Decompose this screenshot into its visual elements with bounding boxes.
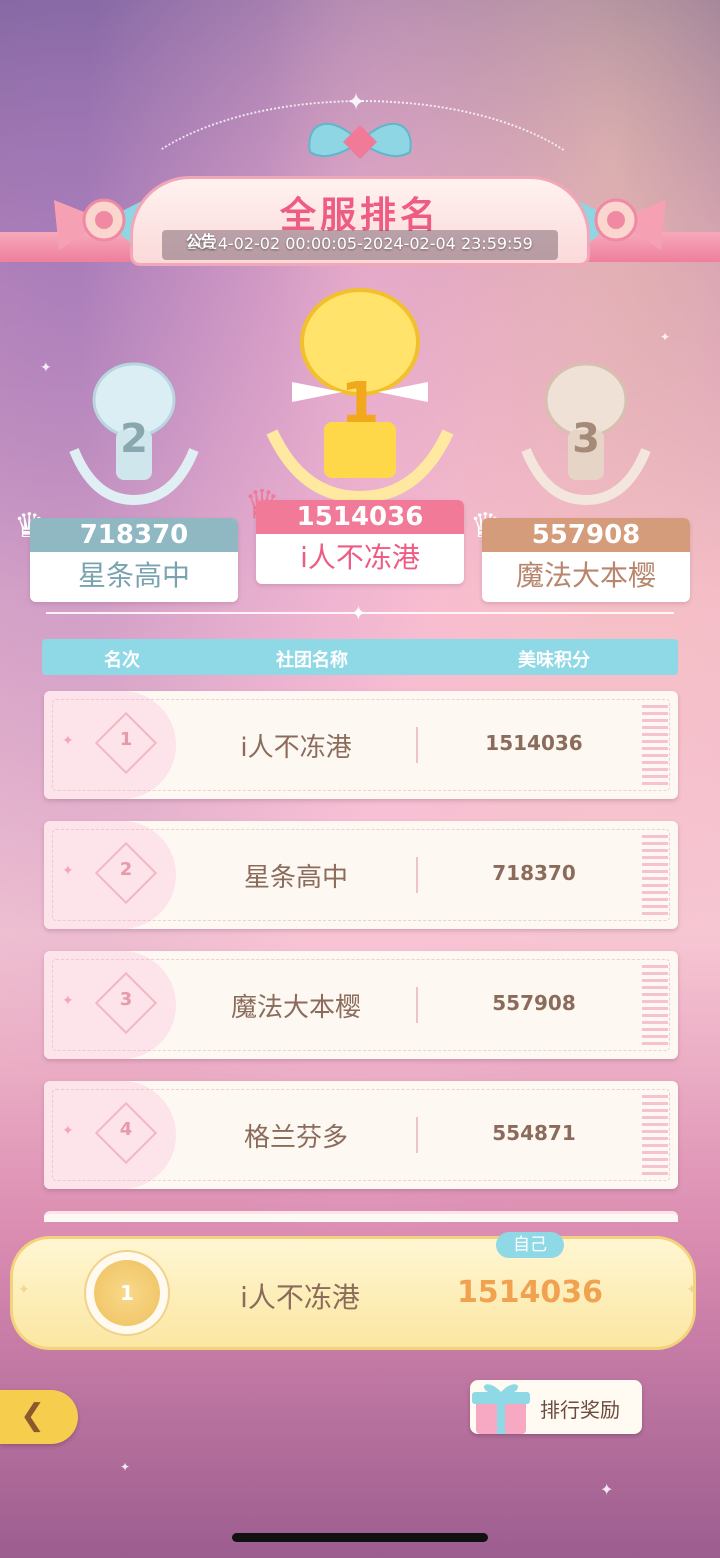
event-date-range: 2024-02-02 00:00:05-2024-02-04 23:59:59 [187,234,533,253]
sparkle-icon: ✦ [686,1282,698,1298]
table-row[interactable]: ✦ 3 魔法大本樱 557908 [44,951,678,1059]
column-score: 美味积分 [518,650,590,671]
table-row[interactable]: ✦ 2 星条高中 718370 [44,821,678,929]
podium-second[interactable]: 718370 星条高中 [30,518,238,602]
row-rank: 2 [119,859,133,880]
row-club-name: 星条高中 [243,863,348,893]
notice-label[interactable]: 公告 [186,230,216,251]
sparkle-decoration: ✦ [660,330,671,344]
podium-second-score: 718370 [30,518,238,552]
row-score: 718370 [492,861,576,885]
svg-text:1: 1 [341,371,380,436]
gift-icon[interactable] [468,1374,534,1440]
sparkle-icon: ✦ [62,863,74,879]
center-bow-icon [308,122,412,159]
svg-text:2: 2 [120,416,148,462]
row-rank: 3 [119,989,133,1010]
ranking-reward-label: 排行奖励 [540,1398,620,1422]
column-club-name: 社团名称 [276,650,348,671]
podium-second-name: 星条高中 [77,559,190,592]
sparkle-icon: ✦ [62,1123,74,1139]
svg-text:3: 3 [572,416,600,462]
sparkle-icon: ✦ [62,733,74,749]
row-stripes-decoration [642,835,668,915]
row-club-name: i人不冻港 [240,733,352,763]
sparkle-decoration: ✦ [600,1480,614,1499]
table-row[interactable]: ✦ 1 i人不冻港 1514036 [44,691,678,799]
podium-third-name: 魔法大本樱 [515,559,656,592]
podium-first-score: 1514036 [256,500,464,534]
back-arrow-icon[interactable]: ❮ [20,1398,45,1433]
row-rank: 4 [119,1119,133,1140]
row-separator [416,1117,418,1153]
self-club-name: i人不冻港 [240,1281,360,1314]
row-stripes-decoration [642,965,668,1045]
podium-first-name: i人不冻港 [300,541,420,574]
gold-trophy-icon: 1 [266,288,454,502]
row-stripes-decoration [642,705,668,785]
row-club-name: 魔法大本樱 [230,993,361,1023]
row-score: 557908 [492,991,576,1015]
divider-star-icon: ✦ [350,601,367,625]
table-row[interactable]: ✦ 4 格兰芬多 554871 [44,1081,678,1189]
row-separator [416,987,418,1023]
silver-trophy-icon: 2 [69,362,199,506]
podium-first[interactable]: 1514036 i人不冻港 [256,500,464,584]
sparkle-icon: ✦ [62,993,74,1009]
sparkle-decoration: ✦ [40,360,52,376]
row-rank: 1 [119,729,133,750]
podium-third[interactable]: 557908 魔法大本樱 [482,518,690,602]
bronze-trophy-icon: 3 [521,362,651,506]
self-rank: 1 [120,1281,134,1305]
row-stripes-decoration [642,1095,668,1175]
self-score: 1514036 [456,1275,604,1310]
column-rank: 名次 [104,650,140,671]
row-separator [416,727,418,763]
podium-third-score: 557908 [482,518,690,552]
sparkle-icon: ✦ [18,1282,30,1298]
table-row-partial [44,1211,678,1222]
row-score: 554871 [492,1121,576,1145]
row-separator [416,857,418,893]
sparkle-decoration: ✦ [120,1460,131,1474]
row-score: 1514036 [485,731,583,755]
home-indicator[interactable] [232,1533,488,1542]
self-tag: 自己 [496,1232,564,1258]
row-club-name: 格兰芬多 [243,1123,348,1153]
